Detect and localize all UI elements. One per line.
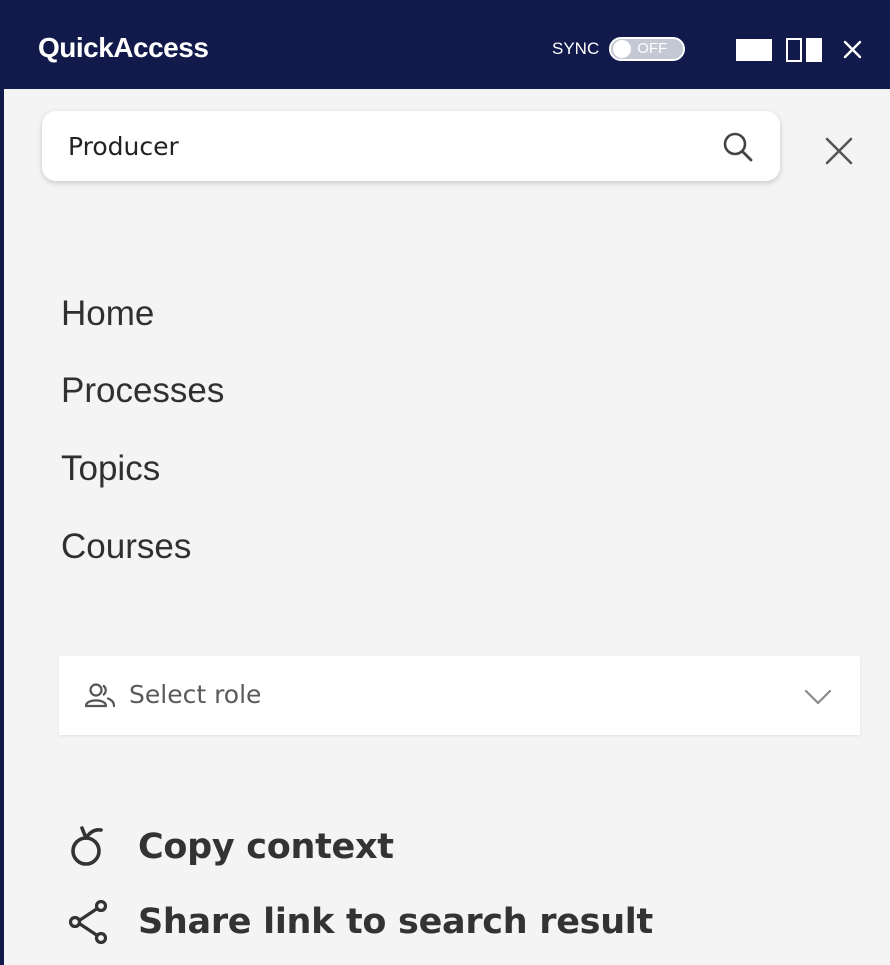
app-title: QuickAccess	[38, 32, 209, 63]
header-bar: QuickAccess SYNC OFF	[0, 0, 890, 89]
nav-item-topics[interactable]: Topics	[61, 448, 160, 490]
single-view-icon[interactable]	[736, 39, 772, 61]
nav-item-processes[interactable]: Processes	[61, 370, 224, 412]
nav-item-home[interactable]: Home	[61, 293, 154, 335]
share-link-action[interactable]: Share link to search result	[68, 897, 653, 947]
sync-control: SYNC OFF	[552, 37, 686, 61]
sync-toggle[interactable]: OFF	[609, 37, 686, 61]
users-icon	[84, 683, 116, 708]
sync-state-label: OFF	[637, 40, 668, 57]
clear-search-icon[interactable]	[822, 134, 856, 168]
search-icon[interactable]	[722, 131, 754, 163]
search-box	[42, 111, 780, 181]
share-link-label: Share link to search result	[138, 902, 653, 942]
nav-item-courses[interactable]: Courses	[61, 526, 191, 568]
chevron-down-icon	[804, 689, 832, 705]
quickaccess-panel: QuickAccess SYNC OFF Home Processes Topi…	[0, 0, 890, 965]
copy-context-action[interactable]: Copy context	[68, 822, 394, 872]
search-input[interactable]	[68, 129, 708, 163]
share-icon	[68, 900, 108, 944]
role-select[interactable]: Select role	[59, 656, 860, 735]
close-icon[interactable]	[840, 36, 866, 62]
copy-context-label: Copy context	[138, 827, 394, 867]
copy-context-icon	[71, 826, 103, 866]
role-select-label: Select role	[129, 680, 262, 709]
split-view-icon[interactable]	[786, 38, 822, 62]
toggle-knob	[613, 40, 632, 58]
sync-label: SYNC	[552, 39, 600, 58]
